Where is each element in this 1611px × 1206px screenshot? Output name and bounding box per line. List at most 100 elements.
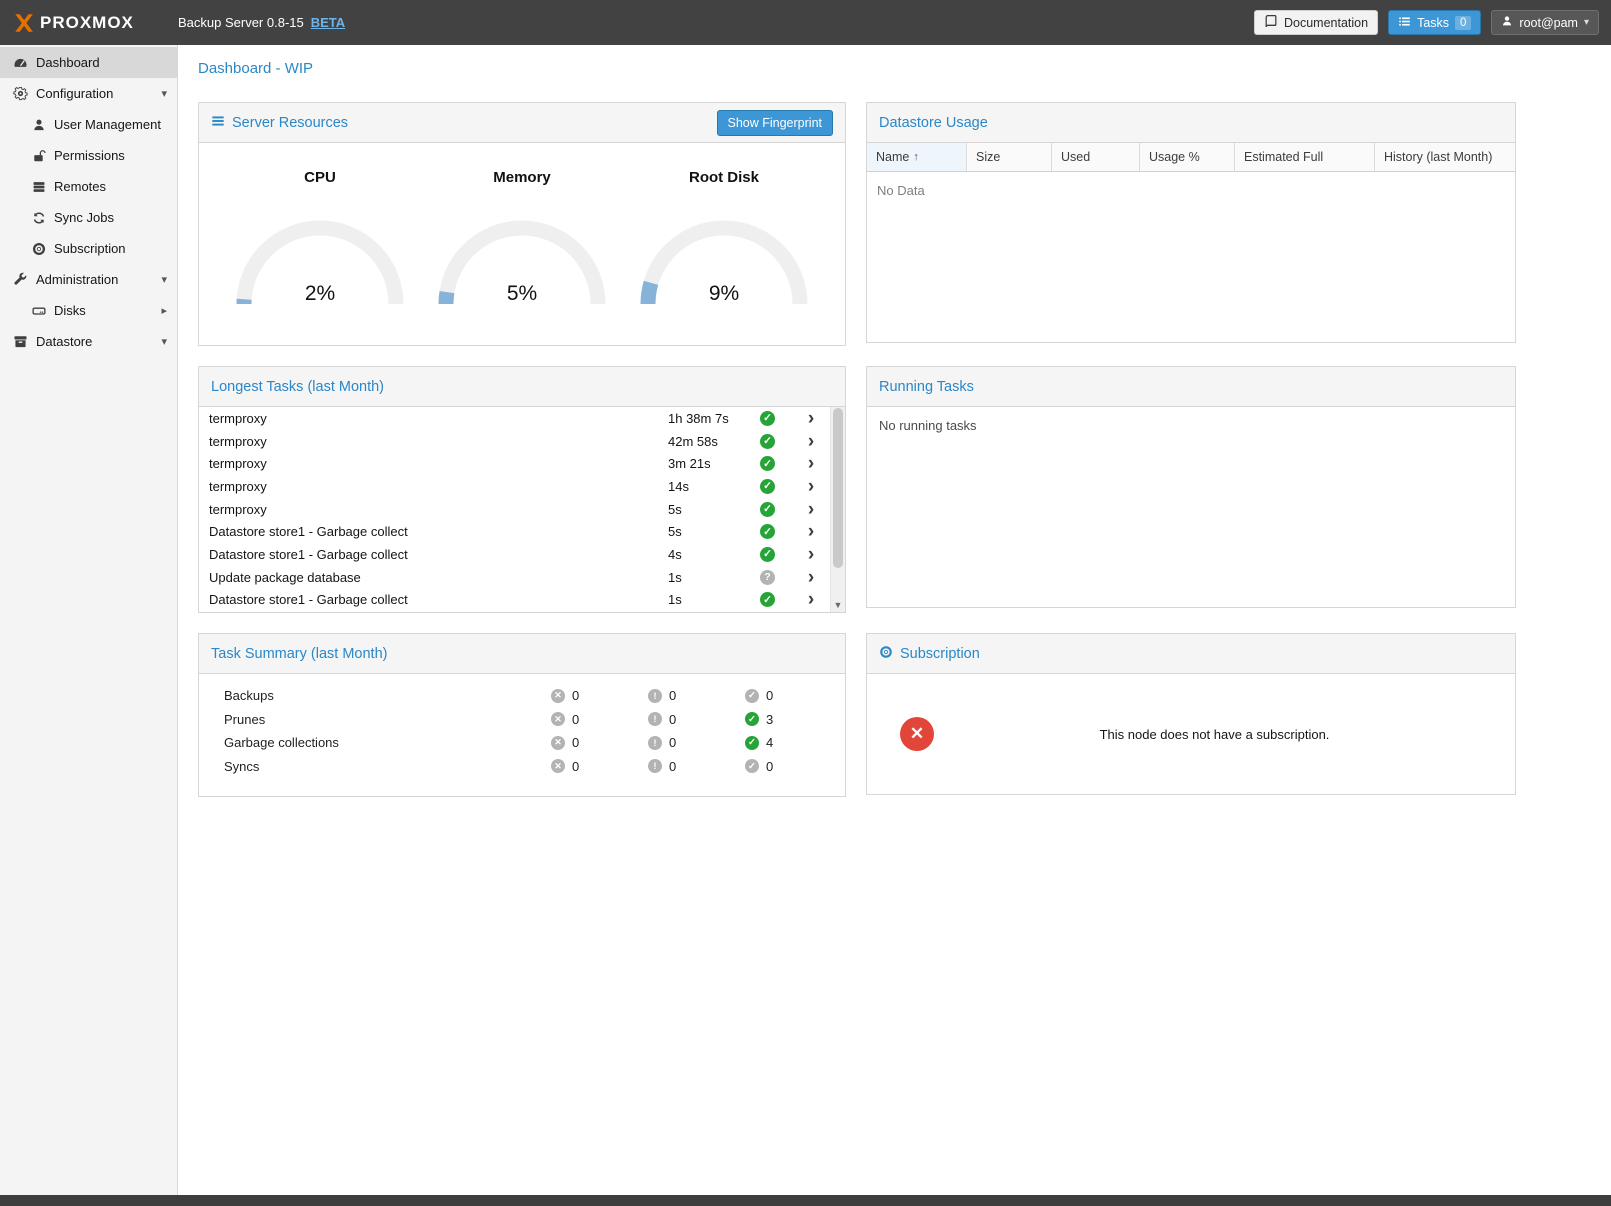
summary-label: Backups <box>224 688 551 703</box>
column-header-history[interactable]: History (last Month) <box>1375 143 1515 171</box>
task-row[interactable]: termproxy 42m 58s › <box>199 430 830 453</box>
chevron-right-icon[interactable]: › <box>808 432 814 451</box>
column-header-size[interactable]: Size <box>967 143 1052 171</box>
task-row[interactable]: termproxy 14s › <box>199 475 830 498</box>
task-row[interactable]: Datastore store1 - Garbage collect 4s › <box>199 543 830 566</box>
documentation-button[interactable]: Documentation <box>1254 10 1378 35</box>
panel-title: Subscription <box>900 646 980 662</box>
summary-label: Prunes <box>224 712 551 727</box>
no-subscription-icon <box>900 717 934 751</box>
column-header-used[interactable]: Used <box>1052 143 1140 171</box>
summary-row-prunes[interactable]: Prunes 0 0 3 <box>224 708 845 732</box>
subscription-message: This node does not have a subscription. <box>934 727 1495 742</box>
longest-tasks-list: termproxy 1h 38m 7s › termproxy 42m 58s … <box>199 407 845 612</box>
caret-right-icon[interactable]: ▸ <box>161 304 167 317</box>
user-icon <box>1501 15 1513 30</box>
task-name: termproxy <box>209 456 668 471</box>
chevron-right-icon[interactable]: › <box>808 500 814 519</box>
task-duration: 42m 58s <box>668 434 760 449</box>
warning-count: 0 <box>669 735 676 750</box>
chevron-right-icon[interactable]: › <box>808 568 814 587</box>
summary-label: Garbage collections <box>224 735 551 750</box>
gauge-label: Memory <box>432 169 612 186</box>
chevron-right-icon[interactable]: › <box>808 409 814 428</box>
chevron-right-icon[interactable]: › <box>808 590 814 609</box>
wrench-icon <box>12 272 29 287</box>
proxmox-logo: PROXMOX <box>12 12 178 34</box>
sidebar-item-dashboard[interactable]: Dashboard <box>0 47 177 78</box>
caret-down-icon[interactable]: ▾ <box>161 273 167 286</box>
chevron-right-icon[interactable]: › <box>808 522 814 541</box>
sidebar-item-subscription[interactable]: Subscription <box>0 233 177 264</box>
task-row[interactable]: termproxy 5s › <box>199 498 830 521</box>
show-fingerprint-button[interactable]: Show Fingerprint <box>717 110 834 136</box>
warning-icon <box>648 689 662 703</box>
error-count: 0 <box>572 759 579 774</box>
longest-tasks-panel: Longest Tasks (last Month) termproxy 1h … <box>198 366 846 613</box>
chevron-right-icon[interactable]: › <box>808 454 814 473</box>
task-duration: 5s <box>668 524 760 539</box>
warning-icon <box>648 736 662 750</box>
sidebar-item-datastore[interactable]: Datastore ▾ <box>0 326 177 357</box>
scrollbar-thumb[interactable] <box>833 408 843 568</box>
summary-row-backups[interactable]: Backups 0 0 0 <box>224 684 845 708</box>
task-summary-table: Backups 0 0 0 Prunes 0 0 3 Garbage <box>199 674 845 796</box>
datastore-usage-header: Datastore Usage <box>867 103 1515 143</box>
error-icon <box>551 736 565 750</box>
task-duration: 4s <box>668 547 760 562</box>
sidebar-item-configuration[interactable]: Configuration ▾ <box>0 78 177 109</box>
chevron-right-icon[interactable]: › <box>808 545 814 564</box>
column-header-name[interactable]: Name ↑ <box>867 143 967 171</box>
gauge-label: Root Disk <box>634 169 814 186</box>
sidebar-label: Administration <box>36 272 118 287</box>
tasks-label: Tasks <box>1417 16 1449 30</box>
ok-icon <box>745 712 759 726</box>
beta-link[interactable]: BETA <box>311 15 345 30</box>
subscription-header: Subscription <box>867 634 1515 674</box>
gauge-label: CPU <box>230 169 410 186</box>
summary-row-syncs[interactable]: Syncs 0 0 0 <box>224 755 845 779</box>
error-icon <box>551 712 565 726</box>
task-row[interactable]: Update package database 1s › <box>199 566 830 589</box>
sidebar-item-user-management[interactable]: User Management <box>0 109 177 140</box>
sidebar-label: User Management <box>54 117 161 132</box>
column-header-estimated-full[interactable]: Estimated Full <box>1235 143 1375 171</box>
sidebar-label: Subscription <box>54 241 126 256</box>
scrollbar[interactable]: ▼ <box>830 407 845 612</box>
chevron-right-icon[interactable]: › <box>808 477 814 496</box>
sidebar-item-permissions[interactable]: Permissions <box>0 140 177 171</box>
sidebar-item-administration[interactable]: Administration ▾ <box>0 264 177 295</box>
task-row[interactable]: termproxy 1h 38m 7s › <box>199 407 830 430</box>
caret-down-icon[interactable]: ▾ <box>161 87 167 100</box>
summary-row-garbage-collections[interactable]: Garbage collections 0 0 4 <box>224 731 845 755</box>
error-icon <box>551 689 565 703</box>
summary-label: Syncs <box>224 759 551 774</box>
task-status-icon <box>760 524 775 539</box>
gears-icon <box>12 86 29 101</box>
scroll-down-icon[interactable]: ▼ <box>831 600 845 610</box>
task-summary-panel: Task Summary (last Month) Backups 0 0 0 … <box>198 633 846 797</box>
warning-icon <box>648 759 662 773</box>
task-status-icon <box>760 592 775 607</box>
caret-down-icon[interactable]: ▾ <box>161 335 167 348</box>
column-header-usage-pct[interactable]: Usage % <box>1140 143 1235 171</box>
sidebar-label: Permissions <box>54 148 125 163</box>
task-row[interactable]: Datastore store1 - Garbage collect 1s › <box>199 589 830 612</box>
panel-title: Running Tasks <box>879 379 974 395</box>
documentation-label: Documentation <box>1284 16 1368 30</box>
task-row[interactable]: termproxy 3m 21s › <box>199 452 830 475</box>
tasks-button[interactable]: Tasks 0 <box>1388 10 1481 35</box>
task-row[interactable]: Datastore store1 - Garbage collect 5s › <box>199 520 830 543</box>
user-menu-button[interactable]: root@pam ▾ <box>1491 10 1599 35</box>
subscription-panel: Subscription This node does not have a s… <box>866 633 1516 795</box>
sidebar-label: Disks <box>54 303 86 318</box>
longest-tasks-header: Longest Tasks (last Month) <box>199 367 845 407</box>
list-icon <box>1398 15 1411 31</box>
user-menu-label: root@pam <box>1519 16 1578 30</box>
sidebar-item-remotes[interactable]: Remotes <box>0 171 177 202</box>
sidebar-item-sync-jobs[interactable]: Sync Jobs <box>0 202 177 233</box>
task-duration: 5s <box>668 502 760 517</box>
sidebar-item-disks[interactable]: Disks ▸ <box>0 295 177 326</box>
running-tasks-header: Running Tasks <box>867 367 1515 407</box>
sidebar: Dashboard Configuration ▾ <box>0 45 178 1195</box>
